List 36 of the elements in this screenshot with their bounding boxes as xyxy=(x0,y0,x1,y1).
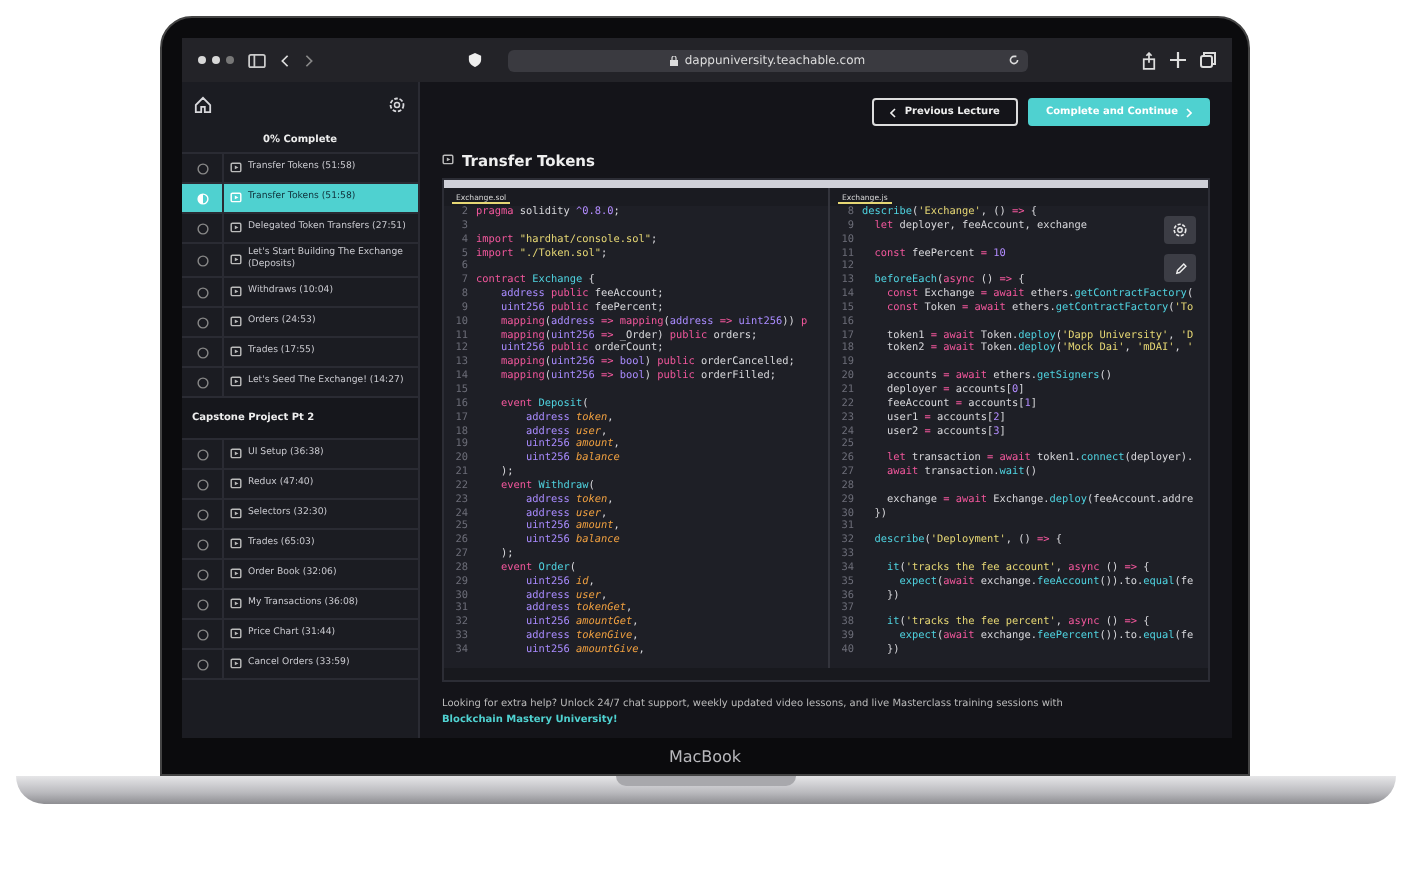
video-icon xyxy=(230,448,242,461)
video-icon xyxy=(442,154,454,166)
video-icon xyxy=(230,568,242,581)
video-icon xyxy=(230,658,242,671)
video-icon xyxy=(230,478,242,491)
video-icon xyxy=(230,316,242,329)
settings-button[interactable] xyxy=(1164,216,1196,244)
pencil-icon xyxy=(1173,261,1187,275)
home-icon[interactable] xyxy=(194,95,212,113)
video-icon xyxy=(230,286,242,299)
sidebar-toggle-icon[interactable] xyxy=(248,53,266,67)
window-controls-icon[interactable] xyxy=(198,56,234,64)
lock-icon xyxy=(670,55,679,65)
video-icon xyxy=(230,162,242,174)
video-icon xyxy=(230,538,242,551)
tabs-overview-icon[interactable] xyxy=(1200,52,1216,68)
video-icon xyxy=(230,628,242,641)
share-icon[interactable] xyxy=(1142,51,1156,69)
video-icon xyxy=(230,598,242,611)
chevron-right-icon xyxy=(1186,107,1192,117)
video-icon xyxy=(230,376,242,389)
edit-button[interactable] xyxy=(1164,254,1196,282)
settings-icon[interactable] xyxy=(388,95,406,113)
new-tab-icon[interactable] xyxy=(1170,52,1186,68)
forward-icon[interactable] xyxy=(304,53,314,67)
settings-icon xyxy=(1172,222,1188,238)
video-icon xyxy=(230,222,242,234)
device-label: MacBook xyxy=(668,747,742,765)
video-icon xyxy=(230,254,242,267)
back-icon[interactable] xyxy=(280,53,290,67)
video-icon xyxy=(230,508,242,521)
reload-icon[interactable] xyxy=(1008,53,1020,65)
video-icon xyxy=(230,192,242,204)
shield-icon[interactable] xyxy=(468,52,482,68)
video-icon xyxy=(230,346,242,359)
chevron-left-icon xyxy=(890,107,897,117)
